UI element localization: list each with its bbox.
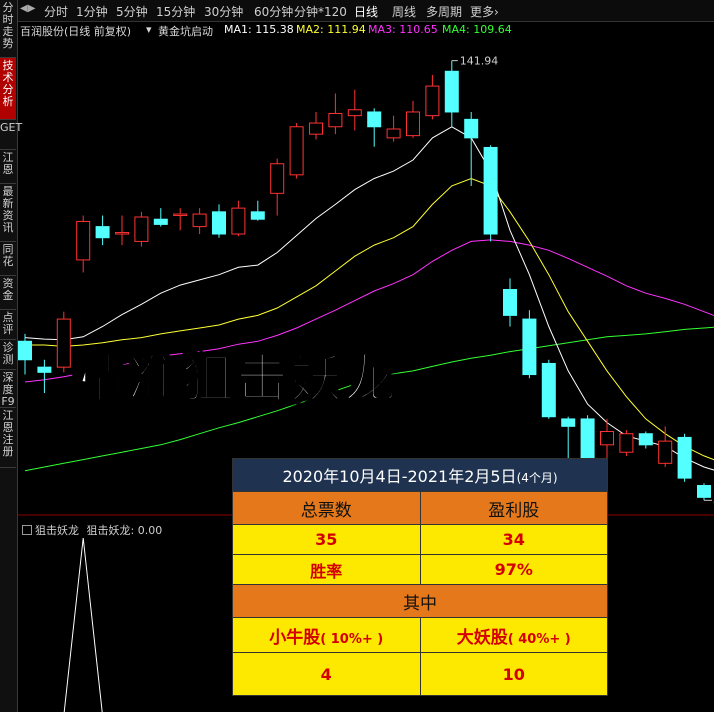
candle-body-down: [95, 226, 110, 239]
sidebar-tab-8[interactable]: 诊测: [0, 340, 16, 370]
candle-body-up: [309, 122, 323, 135]
candle-body-up: [600, 431, 614, 446]
candle-body-down: [541, 362, 556, 418]
winrate-label: 胜率: [232, 554, 421, 585]
stock-title: 百润股份(日线 前复权): [20, 25, 132, 38]
profit-header: 盈利股: [419, 491, 608, 525]
candle-body-down: [697, 485, 711, 498]
candle-body-down: [483, 146, 498, 235]
period-tab-0[interactable]: 分时: [44, 3, 68, 20]
small-bull-cell: 小牛股( 10%+ ): [232, 617, 421, 653]
candle-body-down: [367, 111, 382, 128]
sidebar-tab-9[interactable]: 深度F9: [0, 370, 16, 408]
winrate-value: 97%: [419, 554, 608, 585]
ma1-value: MA1: 115.38: [224, 23, 294, 36]
date-range: 2020年10月4日-2021年2月5日: [282, 467, 517, 486]
sidebar-tab-4[interactable]: 最新资讯: [0, 184, 16, 242]
candle-body-up: [406, 111, 420, 137]
left-sidebar: 分时走势 技术分析 GET 江恩 最新资讯 同花 资金 点评 诊测 深度F9 江恩注册: [0, 0, 22, 712]
candle-body-down: [677, 436, 692, 479]
indicator-name[interactable]: 黄金坑启动: [158, 23, 213, 39]
sidebar-tab-3[interactable]: 江恩: [0, 150, 16, 184]
profit-value: 34: [419, 524, 608, 555]
candle-body-up: [386, 128, 401, 139]
period-tab-2[interactable]: 5分钟: [116, 3, 148, 20]
date-range-cell: 2020年10月4日-2021年2月5日(4个月): [232, 458, 608, 492]
indicator-panel-name: 狙击妖龙: [35, 524, 79, 537]
candle-body-down: [580, 418, 595, 464]
period-tab-10[interactable]: 更多›: [470, 3, 499, 20]
period-tab-7[interactable]: 日线: [354, 3, 378, 20]
stats-table: 2020年10月4日-2021年2月5日(4个月) 总票数 盈利股 35 34 …: [232, 458, 608, 696]
sidebar-tab-1[interactable]: 技术分析: [0, 58, 16, 120]
sidebar-tab-7[interactable]: 点评: [0, 310, 16, 340]
high-price-label: 141.94: [460, 55, 499, 68]
candle-body-up: [658, 440, 673, 464]
period-tab-5[interactable]: 60分钟: [254, 3, 293, 20]
candle-body-down: [37, 366, 52, 373]
candle-body-down: [561, 418, 576, 427]
candle-body-up: [115, 232, 129, 235]
period-tab-1[interactable]: 1分钟: [76, 3, 108, 20]
candle-body-up: [173, 213, 188, 217]
candle-body-up: [328, 112, 343, 128]
candle-body-up: [76, 220, 91, 261]
period-tab-9[interactable]: 多周期: [426, 3, 462, 20]
candle-body-down: [212, 211, 226, 235]
candle-body-up: [425, 85, 440, 117]
period-tab-3[interactable]: 15分钟: [156, 3, 195, 20]
sidebar-tab-10[interactable]: 江恩注册: [0, 408, 16, 468]
signal-spike: [63, 537, 103, 712]
candle-body-down: [250, 211, 265, 220]
among-label: 其中: [232, 584, 608, 618]
candle-body-down: [18, 340, 32, 361]
ma4-value: MA4: 109.64: [442, 23, 512, 36]
panel-icon[interactable]: [22, 525, 32, 535]
big-demon-note: ( 40%+ ): [507, 631, 571, 647]
candle-body-up: [231, 207, 246, 235]
period-tab-4[interactable]: 30分钟: [204, 3, 243, 20]
big-demon-count: 10: [419, 652, 608, 696]
candle-body-up: [289, 126, 304, 176]
small-bull-count: 4: [232, 652, 421, 696]
ma1-line: [24, 126, 714, 471]
period-tab-8[interactable]: 周线: [392, 3, 416, 20]
candle-body-up: [270, 163, 285, 194]
indicator-value: 狙击妖龙: 0.00: [86, 524, 163, 537]
period-toolbar: ◀▶ 分时 1分钟 5分钟 15分钟 30分钟 60分钟 分钟*120 日线 周线 多周期 更多›: [18, 0, 714, 22]
ma2-line: [25, 177, 714, 461]
nav-arrows-icon[interactable]: ◀▶: [20, 3, 35, 14]
dropdown-arrow-icon[interactable]: ▾: [146, 23, 152, 36]
overlay-title: 精准狙击妖龙: [73, 349, 399, 411]
big-demon-label: 大妖股: [456, 627, 508, 648]
sidebar-tab-6[interactable]: 资金: [0, 276, 16, 310]
ma3-value: MA3: 110.65: [368, 23, 438, 36]
candlestick-chart[interactable]: 141.9484.00: [18, 38, 714, 516]
candle-body-down: [522, 318, 537, 376]
candle-body-up: [134, 216, 149, 242]
total-value: 35: [232, 524, 421, 555]
candle-body-up: [56, 318, 71, 368]
candle-body-down: [638, 433, 653, 446]
period-note: (4个月): [516, 471, 558, 485]
sidebar-tab-0[interactable]: 分时走势: [0, 0, 16, 58]
candle-body-down: [503, 288, 517, 316]
big-demon-cell: 大妖股( 40%+ ): [419, 617, 608, 653]
candle-body-down: [464, 118, 479, 139]
ma2-value: MA2: 111.94: [296, 23, 366, 36]
candle-body-down: [153, 218, 168, 225]
period-tab-6[interactable]: 分钟*120: [294, 3, 347, 20]
sidebar-tab-2[interactable]: GET: [0, 120, 22, 150]
indicator-legend: 狙击妖龙 狙击妖龙: 0.00: [18, 522, 162, 538]
total-header: 总票数: [232, 491, 421, 525]
candle-body-up: [192, 213, 207, 228]
candle-body-up: [347, 109, 362, 117]
small-bull-label: 小牛股: [269, 627, 321, 648]
small-bull-note: ( 10%+ ): [320, 631, 384, 647]
candle-body-up: [619, 433, 634, 453]
sidebar-tab-5[interactable]: 同花: [0, 242, 16, 276]
candle-body-down: [444, 70, 459, 113]
